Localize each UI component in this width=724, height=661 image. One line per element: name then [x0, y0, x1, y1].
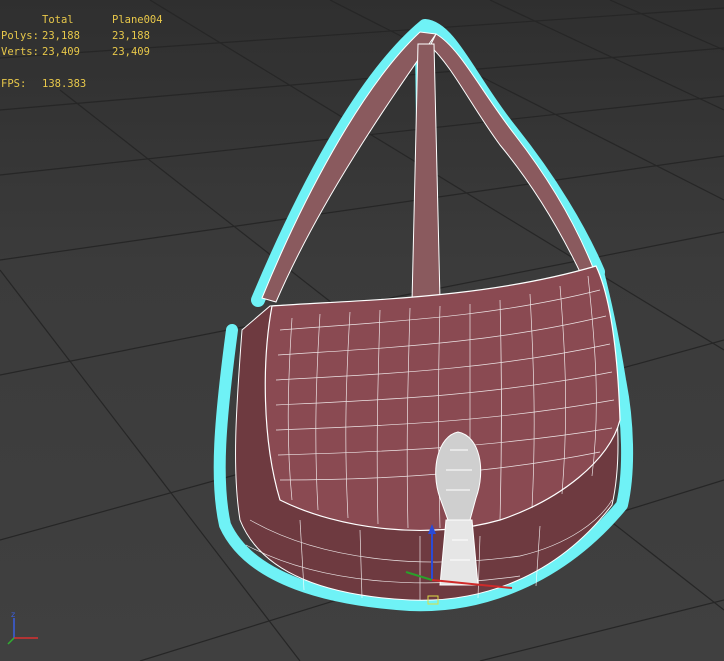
axis-z-label: z — [11, 610, 15, 619]
perspective-viewport[interactable]: Total Plane004 Polys: 23,188 23,188 Vert… — [0, 0, 724, 661]
xyz-axis-tripod-icon: z — [7, 610, 38, 645]
viewport-scene — [0, 0, 724, 661]
